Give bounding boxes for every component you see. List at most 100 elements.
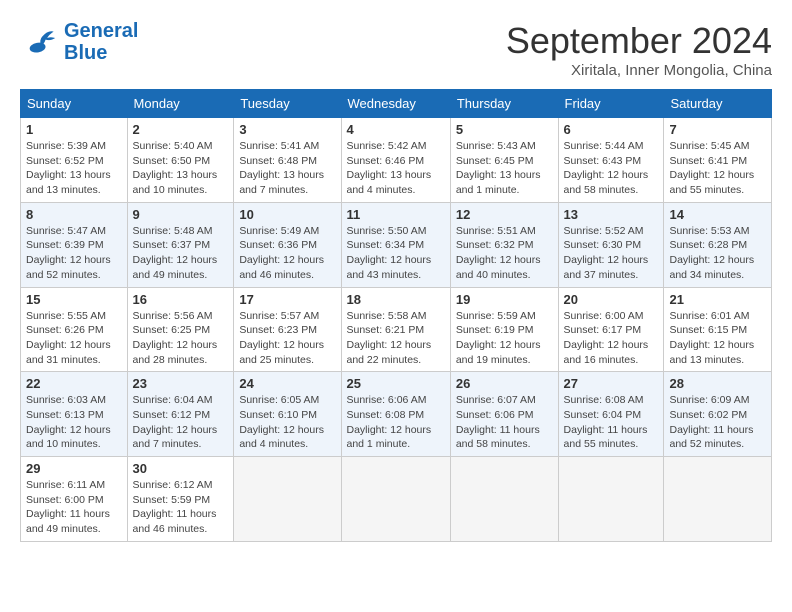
weekday-header-monday: Monday: [127, 90, 234, 118]
day-cell: [234, 457, 341, 542]
day-cell: 28 Sunrise: 6:09 AM Sunset: 6:02 PM Dayli…: [664, 372, 772, 457]
calendar-table: SundayMondayTuesdayWednesdayThursdayFrid…: [20, 89, 772, 542]
day-info: Sunrise: 5:45 AM Sunset: 6:41 PM Dayligh…: [669, 139, 766, 198]
day-info: Sunrise: 6:06 AM Sunset: 6:08 PM Dayligh…: [347, 393, 445, 452]
day-cell: 21 Sunrise: 6:01 AM Sunset: 6:15 PM Dayli…: [664, 287, 772, 372]
day-info: Sunrise: 5:40 AM Sunset: 6:50 PM Dayligh…: [133, 139, 229, 198]
weekday-header-row: SundayMondayTuesdayWednesdayThursdayFrid…: [21, 90, 772, 118]
location-subtitle: Xiritala, Inner Mongolia, China: [506, 62, 772, 79]
page-header: General Blue September 2024 Xiritala, In…: [20, 20, 772, 79]
logo-text-block: General Blue: [64, 20, 138, 64]
day-number: 19: [456, 292, 553, 307]
day-info: Sunrise: 6:04 AM Sunset: 6:12 PM Dayligh…: [133, 393, 229, 452]
day-cell: 13 Sunrise: 5:52 AM Sunset: 6:30 PM Dayli…: [558, 202, 664, 287]
day-info: Sunrise: 5:47 AM Sunset: 6:39 PM Dayligh…: [26, 224, 122, 283]
day-info: Sunrise: 5:44 AM Sunset: 6:43 PM Dayligh…: [564, 139, 659, 198]
day-number: 26: [456, 376, 553, 391]
day-number: 4: [347, 122, 445, 137]
day-number: 10: [239, 207, 335, 222]
day-cell: 27Sunrise: 6:08 AM Sunset: 6:04 PM Dayli…: [558, 372, 664, 457]
day-cell: 4Sunrise: 5:42 AM Sunset: 6:46 PM Daylig…: [341, 118, 450, 203]
day-info: Sunrise: 5:41 AM Sunset: 6:48 PM Dayligh…: [239, 139, 335, 198]
day-info: Sunrise: 6:00 AM Sunset: 6:17 PM Dayligh…: [564, 309, 659, 368]
day-info: Sunrise: 5:52 AM Sunset: 6:30 PM Dayligh…: [564, 224, 659, 283]
day-number: 6: [564, 122, 659, 137]
day-number: 16: [133, 292, 229, 307]
day-number: 5: [456, 122, 553, 137]
week-row-3: 15 Sunrise: 5:55 AM Sunset: 6:26 PM Dayli…: [21, 287, 772, 372]
day-number: 11: [347, 207, 445, 222]
day-number: 28: [669, 376, 766, 391]
day-number: 22: [26, 376, 122, 391]
day-info: Sunrise: 5:43 AM Sunset: 6:45 PM Dayligh…: [456, 139, 553, 198]
day-number: 17: [239, 292, 335, 307]
day-cell: 25 Sunrise: 6:06 AM Sunset: 6:08 PM Dayli…: [341, 372, 450, 457]
day-cell: 24 Sunrise: 6:05 AM Sunset: 6:10 PM Dayli…: [234, 372, 341, 457]
day-number: 20: [564, 292, 659, 307]
day-info: Sunrise: 6:01 AM Sunset: 6:15 PM Dayligh…: [669, 309, 766, 368]
day-number: 15: [26, 292, 122, 307]
week-row-5: 29Sunrise: 6:11 AM Sunset: 6:00 PM Dayli…: [21, 457, 772, 542]
weekday-header-thursday: Thursday: [450, 90, 558, 118]
day-cell: 11 Sunrise: 5:50 AM Sunset: 6:34 PM Dayli…: [341, 202, 450, 287]
day-number: 13: [564, 207, 659, 222]
day-number: 9: [133, 207, 229, 222]
week-row-2: 8Sunrise: 5:47 AM Sunset: 6:39 PM Daylig…: [21, 202, 772, 287]
day-number: 1: [26, 122, 122, 137]
weekday-header-tuesday: Tuesday: [234, 90, 341, 118]
day-cell: 15 Sunrise: 5:55 AM Sunset: 6:26 PM Dayli…: [21, 287, 128, 372]
day-info: Sunrise: 6:07 AM Sunset: 6:06 PM Dayligh…: [456, 393, 553, 452]
weekday-header-saturday: Saturday: [664, 90, 772, 118]
day-cell: 18 Sunrise: 5:58 AM Sunset: 6:21 PM Dayli…: [341, 287, 450, 372]
weekday-header-wednesday: Wednesday: [341, 90, 450, 118]
day-cell: 3 Sunrise: 5:41 AM Sunset: 6:48 PM Daylig…: [234, 118, 341, 203]
day-info: Sunrise: 5:55 AM Sunset: 6:26 PM Dayligh…: [26, 309, 122, 368]
day-info: Sunrise: 5:58 AM Sunset: 6:21 PM Dayligh…: [347, 309, 445, 368]
day-cell: 19Sunrise: 5:59 AM Sunset: 6:19 PM Dayli…: [450, 287, 558, 372]
day-cell: 17 Sunrise: 5:57 AM Sunset: 6:23 PM Dayli…: [234, 287, 341, 372]
day-cell: 22 Sunrise: 6:03 AM Sunset: 6:13 PM Dayli…: [21, 372, 128, 457]
day-cell: 30 Sunrise: 6:12 AM Sunset: 5:59 PM Dayli…: [127, 457, 234, 542]
day-info: Sunrise: 6:12 AM Sunset: 5:59 PM Dayligh…: [133, 478, 229, 537]
day-info: Sunrise: 5:56 AM Sunset: 6:25 PM Dayligh…: [133, 309, 229, 368]
day-info: Sunrise: 6:05 AM Sunset: 6:10 PM Dayligh…: [239, 393, 335, 452]
day-cell: [558, 457, 664, 542]
day-cell: 5 Sunrise: 5:43 AM Sunset: 6:45 PM Daylig…: [450, 118, 558, 203]
day-cell: 14 Sunrise: 5:53 AM Sunset: 6:28 PM Dayli…: [664, 202, 772, 287]
day-number: 21: [669, 292, 766, 307]
day-number: 12: [456, 207, 553, 222]
day-info: Sunrise: 6:03 AM Sunset: 6:13 PM Dayligh…: [26, 393, 122, 452]
day-info: Sunrise: 5:39 AM Sunset: 6:52 PM Dayligh…: [26, 139, 122, 198]
day-cell: 23 Sunrise: 6:04 AM Sunset: 6:12 PM Dayli…: [127, 372, 234, 457]
title-block: September 2024 Xiritala, Inner Mongolia,…: [506, 20, 772, 79]
day-number: 25: [347, 376, 445, 391]
day-info: Sunrise: 5:57 AM Sunset: 6:23 PM Dayligh…: [239, 309, 335, 368]
day-info: Sunrise: 5:53 AM Sunset: 6:28 PM Dayligh…: [669, 224, 766, 283]
day-cell: [450, 457, 558, 542]
day-number: 27: [564, 376, 659, 391]
logo: General Blue: [20, 20, 138, 64]
day-cell: [664, 457, 772, 542]
day-info: Sunrise: 5:50 AM Sunset: 6:34 PM Dayligh…: [347, 224, 445, 283]
day-cell: 8Sunrise: 5:47 AM Sunset: 6:39 PM Daylig…: [21, 202, 128, 287]
day-cell: 9 Sunrise: 5:48 AM Sunset: 6:37 PM Daylig…: [127, 202, 234, 287]
day-number: 18: [347, 292, 445, 307]
day-cell: 26 Sunrise: 6:07 AM Sunset: 6:06 PM Dayli…: [450, 372, 558, 457]
day-cell: 29Sunrise: 6:11 AM Sunset: 6:00 PM Dayli…: [21, 457, 128, 542]
day-number: 23: [133, 376, 229, 391]
week-row-1: 1 Sunrise: 5:39 AM Sunset: 6:52 PM Daylig…: [21, 118, 772, 203]
weekday-header-friday: Friday: [558, 90, 664, 118]
day-info: Sunrise: 5:51 AM Sunset: 6:32 PM Dayligh…: [456, 224, 553, 283]
day-cell: [341, 457, 450, 542]
logo-icon: [20, 22, 60, 62]
day-cell: 10Sunrise: 5:49 AM Sunset: 6:36 PM Dayli…: [234, 202, 341, 287]
day-number: 29: [26, 461, 122, 476]
day-number: 7: [669, 122, 766, 137]
day-number: 30: [133, 461, 229, 476]
day-cell: 7 Sunrise: 5:45 AM Sunset: 6:41 PM Daylig…: [664, 118, 772, 203]
day-number: 3: [239, 122, 335, 137]
day-info: Sunrise: 6:09 AM Sunset: 6:02 PM Dayligh…: [669, 393, 766, 452]
day-number: 14: [669, 207, 766, 222]
day-info: Sunrise: 5:48 AM Sunset: 6:37 PM Dayligh…: [133, 224, 229, 283]
day-number: 24: [239, 376, 335, 391]
